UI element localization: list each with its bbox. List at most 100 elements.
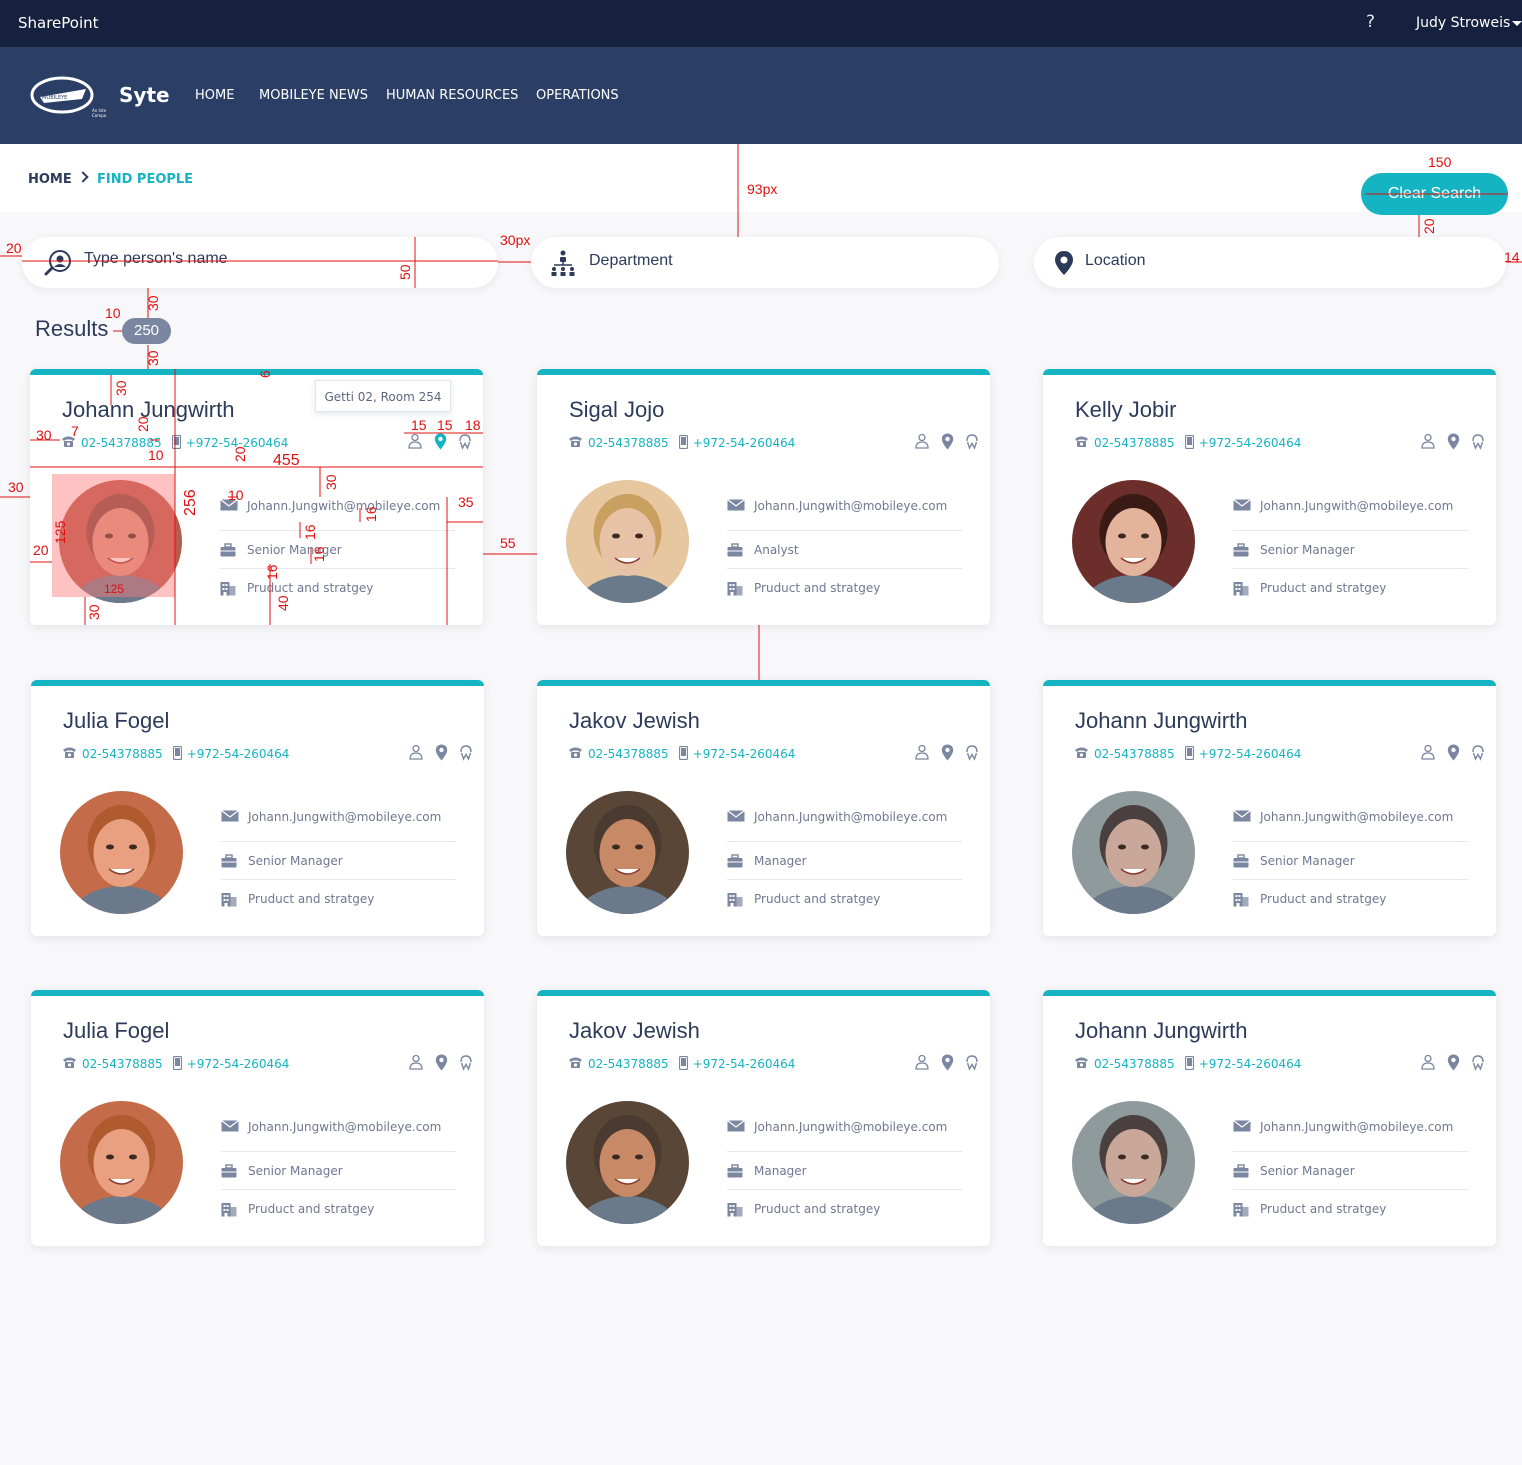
location-pin-icon[interactable] (1445, 1053, 1461, 1071)
department-filter[interactable]: Department (531, 237, 999, 288)
location-pin-icon[interactable] (1445, 743, 1461, 761)
site-name[interactable]: Syte (119, 83, 170, 107)
phone-number[interactable]: 02-54378885 (81, 436, 162, 450)
whatsapp-icon[interactable] (458, 1053, 474, 1071)
phone-number[interactable]: 02-54378885 (588, 747, 669, 761)
name-search-field[interactable] (22, 237, 498, 288)
sharepoint-brand[interactable]: SharePoint (18, 14, 99, 32)
mobileye-logo[interactable]: MOBILEYE An Intel Company (30, 75, 106, 121)
whatsapp-icon[interactable] (1470, 432, 1486, 450)
mobile-number[interactable]: +972-54-260464 (693, 1057, 796, 1071)
svg-text:Company: Company (92, 113, 106, 118)
breadcrumb-home[interactable]: HOME (28, 172, 72, 187)
nav-home[interactable]: HOME (195, 88, 234, 103)
location-pin-icon[interactable] (1445, 432, 1461, 450)
whatsapp-icon[interactable] (458, 743, 474, 761)
nav-operations[interactable]: OPERATIONS (536, 88, 619, 103)
org-chart-icon[interactable] (408, 743, 424, 761)
phone-number[interactable]: 02-54378885 (1094, 1057, 1175, 1071)
user-name[interactable]: Judy Stroweis (1416, 15, 1510, 31)
phone-icon (1074, 1056, 1089, 1072)
location-pin-icon[interactable] (939, 1053, 955, 1071)
org-chart-icon[interactable] (1420, 743, 1436, 761)
mobile-number[interactable]: +972-54-260464 (187, 747, 290, 761)
person-search-icon (44, 250, 71, 276)
user-menu-chevron-icon[interactable] (1512, 21, 1522, 26)
phone-number[interactable]: 02-54378885 (588, 436, 669, 450)
phone-number[interactable]: 02-54378885 (82, 1057, 163, 1071)
mobile-number[interactable]: +972-54-260464 (186, 436, 289, 450)
whatsapp-icon[interactable] (1470, 743, 1486, 761)
mobile-number[interactable]: +972-54-260464 (187, 1057, 290, 1071)
mobile-number[interactable]: +972-54-260464 (1199, 747, 1302, 761)
contact-line: 02-54378885 +972-54-260464 (568, 1055, 796, 1072)
person-card[interactable]: Kelly Jobir 02-54378885 +972-54-260464 J… (1043, 369, 1496, 625)
org-chart-icon[interactable] (914, 1053, 930, 1071)
email-link[interactable]: Johann.Jungwith@mobileye.com (754, 499, 947, 513)
org-chart-icon[interactable] (408, 1053, 424, 1071)
email-link[interactable]: Johann.Jungwith@mobileye.com (754, 1120, 947, 1134)
location-pin-icon[interactable] (432, 432, 448, 450)
email-link[interactable]: Johann.Jungwith@mobileye.com (248, 810, 441, 824)
person-name[interactable]: Kelly Jobir (1075, 397, 1176, 423)
person-card[interactable]: Julia Fogel 02-54378885 +972-54-260464 J… (31, 680, 484, 936)
nav-human-resources[interactable]: HUMAN RESOURCES (386, 88, 518, 103)
mobile-number[interactable]: +972-54-260464 (693, 747, 796, 761)
email-row: Johann.Jungwith@mobileye.com (727, 808, 962, 842)
person-card[interactable]: Johann Jungwirth 02-54378885 +972-54-260… (1043, 680, 1496, 936)
whatsapp-icon[interactable] (1470, 1053, 1486, 1071)
title-row: Analyst (727, 531, 962, 569)
org-chart-icon[interactable] (1420, 432, 1436, 450)
person-name[interactable]: Jakov Jewish (569, 1018, 700, 1044)
whatsapp-icon[interactable] (964, 432, 980, 450)
phone-number[interactable]: 02-54378885 (1094, 436, 1175, 450)
mobile-number[interactable]: +972-54-260464 (1199, 436, 1302, 450)
phone-number[interactable]: 02-54378885 (82, 747, 163, 761)
whatsapp-icon[interactable] (964, 1053, 980, 1071)
person-card[interactable]: Sigal Jojo 02-54378885 +972-54-260464 Jo… (537, 369, 990, 625)
location-pin-icon[interactable] (939, 743, 955, 761)
org-chart-icon[interactable] (407, 432, 423, 450)
mobile-number[interactable]: +972-54-260464 (1199, 1057, 1302, 1071)
email-link[interactable]: Johann.Jungwith@mobileye.com (1260, 1120, 1453, 1134)
whatsapp-icon[interactable] (964, 743, 980, 761)
person-name[interactable]: Julia Fogel (63, 1018, 169, 1044)
person-card[interactable]: Johann Jungwirth 02-54378885 +972-54-260… (1043, 990, 1496, 1246)
person-name[interactable]: Johann Jungwirth (62, 397, 234, 423)
nav-mobileye-news[interactable]: MOBILEYE NEWS (259, 88, 368, 103)
help-icon[interactable]: ? (1366, 12, 1375, 32)
person-card[interactable]: Julia Fogel 02-54378885 +972-54-260464 J… (31, 990, 484, 1246)
location-pin-icon[interactable] (433, 743, 449, 761)
location-filter[interactable]: Location (1034, 237, 1506, 288)
building-icon (221, 1202, 239, 1217)
mobile-number[interactable]: +972-54-260464 (693, 436, 796, 450)
whatsapp-icon[interactable] (457, 432, 473, 450)
person-card[interactable]: Jakov Jewish 02-54378885 +972-54-260464 … (537, 990, 990, 1246)
email-link[interactable]: Johann.Jungwith@mobileye.com (247, 499, 440, 513)
person-name[interactable]: Johann Jungwirth (1075, 1018, 1247, 1044)
person-details: Johann.Jungwith@mobileye.com Analyst Pru… (727, 497, 962, 607)
email-link[interactable]: Johann.Jungwith@mobileye.com (754, 810, 947, 824)
person-card[interactable]: Jakov Jewish 02-54378885 +972-54-260464 … (537, 680, 990, 936)
email-link[interactable]: Johann.Jungwith@mobileye.com (1260, 499, 1453, 513)
location-pin-icon[interactable] (939, 432, 955, 450)
contact-line: 02-54378885 +972-54-260464 (1074, 434, 1302, 451)
person-name[interactable]: Julia Fogel (63, 708, 169, 734)
org-chart-icon[interactable] (914, 743, 930, 761)
person-name[interactable]: Sigal Jojo (569, 397, 664, 423)
department-row: Pruduct and stratgey (1233, 569, 1468, 607)
email-link[interactable]: Johann.Jungwith@mobileye.com (248, 1120, 441, 1134)
envelope-icon (1233, 1120, 1251, 1132)
phone-number[interactable]: 02-54378885 (588, 1057, 669, 1071)
name-search-input[interactable] (84, 250, 444, 268)
card-actions (914, 1053, 980, 1071)
location-pin-icon[interactable] (433, 1053, 449, 1071)
org-chart-icon[interactable] (1420, 1053, 1436, 1071)
person-name[interactable]: Johann Jungwirth (1075, 708, 1247, 734)
org-chart-icon[interactable] (914, 432, 930, 450)
email-link[interactable]: Johann.Jungwith@mobileye.com (1260, 810, 1453, 824)
clear-search-button[interactable]: Clear Search (1361, 173, 1508, 215)
department-name: Pruduct and stratgey (248, 892, 375, 906)
person-name[interactable]: Jakov Jewish (569, 708, 700, 734)
phone-number[interactable]: 02-54378885 (1094, 747, 1175, 761)
